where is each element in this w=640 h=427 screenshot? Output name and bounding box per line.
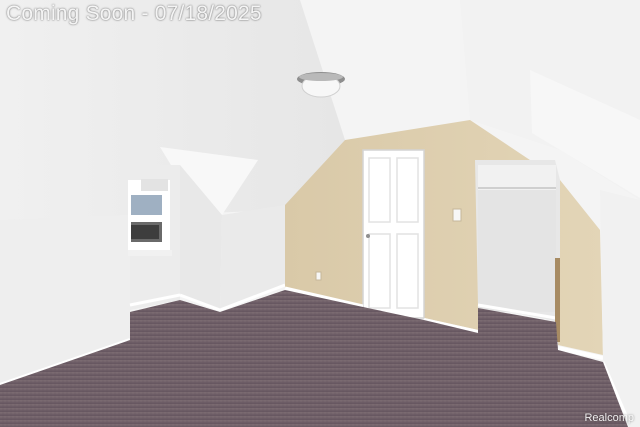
photo-credit: Realcomp xyxy=(584,412,634,424)
attic-room-photo: Coming Soon - 07/18/2025 Realcomp xyxy=(0,0,640,427)
listing-watermark: Coming Soon - 07/18/2025 xyxy=(6,2,262,25)
wall-outlet xyxy=(315,271,322,281)
window xyxy=(128,179,172,256)
closed-door xyxy=(362,149,425,319)
light-switch xyxy=(452,208,462,222)
attic-room-illustration xyxy=(0,0,640,427)
